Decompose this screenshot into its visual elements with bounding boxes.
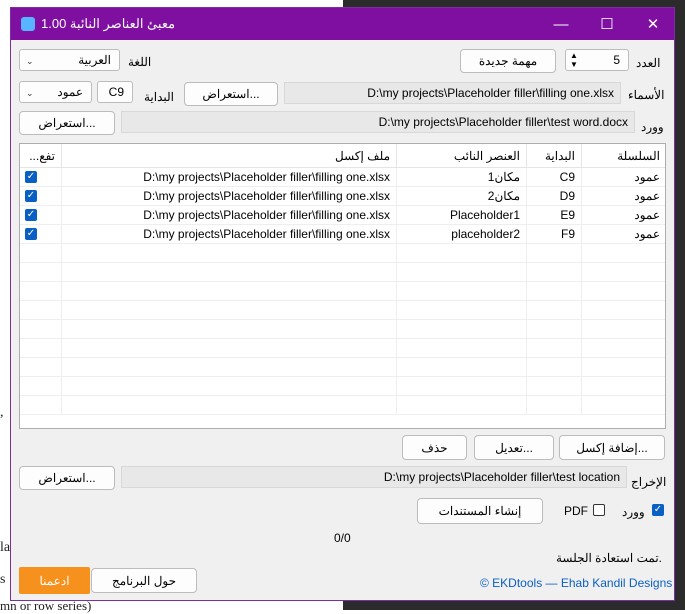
support-button[interactable]: ادعمنا	[19, 567, 90, 594]
table-row-empty	[20, 320, 665, 339]
table-row-empty	[20, 377, 665, 396]
table-row-empty	[20, 396, 665, 415]
enabled-checkbox[interactable]: ✓	[25, 171, 37, 183]
progress-text: 0/0	[334, 531, 351, 545]
background-text: s	[0, 572, 6, 587]
delete-button[interactable]: حذف	[402, 435, 467, 460]
background-text: ,	[0, 405, 4, 420]
title-bar[interactable]: معبئ العناصر النائبة 1.00 — ☐ ✕	[11, 8, 674, 40]
pdf-output-checkbox[interactable]	[593, 504, 605, 516]
header-series[interactable]: السلسلة	[582, 144, 665, 168]
word-label: وورد	[641, 120, 664, 134]
count-value: 5	[613, 53, 620, 67]
table-row[interactable]: عمود C9 مكان1 D:\my projects\Placeholder…	[20, 168, 665, 187]
enabled-checkbox[interactable]: ✓	[25, 228, 37, 240]
table-row-empty	[20, 244, 665, 263]
names-label: الأسماء	[628, 88, 665, 102]
language-select[interactable]: العربية ⌄	[19, 49, 120, 71]
chevron-down-icon: ⌄	[26, 88, 34, 98]
close-icon[interactable]: ✕	[630, 8, 676, 40]
stepper-arrows-icon[interactable]: ▲ ▼	[570, 51, 578, 69]
word-path-value: D:\my projects\Placeholder filler\test w…	[378, 115, 628, 129]
browse-output-button[interactable]: استعراض...	[19, 466, 115, 490]
count-stepper[interactable]: 5 ▲ ▼	[565, 49, 629, 71]
series-value: عمود	[57, 85, 83, 99]
enabled-checkbox[interactable]: ✓	[25, 190, 37, 202]
minimize-icon[interactable]: —	[538, 8, 584, 40]
maximize-icon[interactable]: ☐	[584, 8, 630, 40]
table-row[interactable]: عمود E9 Placeholder1 D:\my projects\Plac…	[20, 206, 665, 225]
table-row[interactable]: عمود D9 مكان2 D:\my projects\Placeholder…	[20, 187, 665, 206]
status-text: تمت استعادة الجلسة.	[556, 551, 663, 565]
table-row-empty	[20, 282, 665, 301]
app-window: معبئ العناصر النائبة 1.00 — ☐ ✕ العدد 5 …	[10, 7, 675, 601]
enabled-checkbox[interactable]: ✓	[25, 209, 37, 221]
series-select[interactable]: عمود ⌄	[19, 81, 92, 103]
start-cell-field[interactable]: C9	[97, 81, 133, 103]
about-button[interactable]: حول البرنامج	[91, 568, 197, 593]
add-excel-button[interactable]: إضافة إكسل...	[559, 435, 665, 460]
header-enabled[interactable]: ...تفع	[20, 144, 62, 168]
table-row-empty	[20, 263, 665, 282]
table-row[interactable]: عمود F9 placeholder2 D:\my projects\Plac…	[20, 225, 665, 244]
chevron-down-icon: ⌄	[26, 56, 34, 66]
word-path-field[interactable]: D:\my projects\Placeholder filler\test w…	[121, 111, 635, 133]
language-label: اللغة	[128, 55, 152, 69]
table-row-empty	[20, 339, 665, 358]
app-icon	[21, 17, 35, 31]
names-path-field[interactable]: D:\my projects\Placeholder filler\fillin…	[284, 82, 621, 104]
word-output-checkbox[interactable]: ✓	[652, 504, 664, 516]
browse-names-button[interactable]: استعراض...	[184, 82, 278, 106]
output-label: الإخراج	[631, 475, 667, 489]
output-path-field[interactable]: D:\my projects\Placeholder filler\test l…	[121, 466, 627, 488]
header-excel-file[interactable]: ملف إكسل	[62, 144, 397, 168]
word-output-label: وورد	[622, 505, 645, 519]
browse-word-button[interactable]: استعراض...	[19, 111, 115, 135]
count-label: العدد	[636, 56, 661, 70]
pdf-output-label: PDF	[564, 504, 588, 518]
names-path-value: D:\my projects\Placeholder filler\fillin…	[367, 86, 614, 100]
table-row-empty	[20, 358, 665, 377]
window-title: معبئ العناصر النائبة 1.00	[41, 16, 176, 31]
create-documents-button[interactable]: إنشاء المستندات	[417, 498, 543, 524]
credit-link[interactable]: © EKDtools — Ehab Kandil Designs	[480, 576, 672, 590]
mapping-table[interactable]: السلسلة البداية العنصر النائب ملف إكسل .…	[19, 143, 666, 429]
table-row-empty	[20, 301, 665, 320]
header-placeholder[interactable]: العنصر النائب	[397, 144, 527, 168]
new-task-button[interactable]: مهمة جديدة	[460, 49, 556, 73]
background-text: la	[0, 540, 11, 555]
language-value: العربية	[78, 53, 111, 67]
start-cell-value: C9	[108, 85, 124, 99]
header-start[interactable]: البداية	[527, 144, 582, 168]
start-label: البداية	[144, 90, 175, 104]
edit-button[interactable]: تعديل...	[474, 435, 554, 460]
output-path-value: D:\my projects\Placeholder filler\test l…	[383, 470, 620, 484]
